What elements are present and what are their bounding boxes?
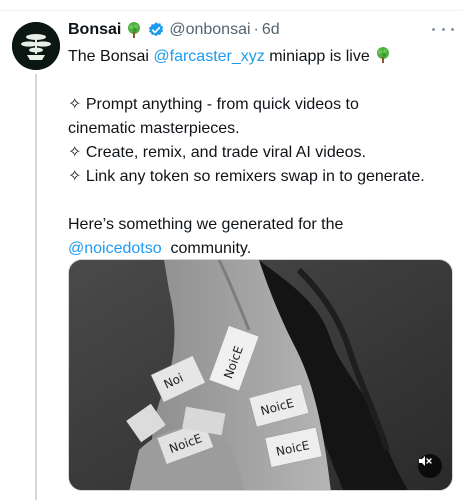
timestamp[interactable]: 6d <box>262 21 280 39</box>
more-options-icon[interactable] <box>432 22 454 36</box>
mention-farcaster[interactable]: @farcaster_xyz <box>153 48 264 65</box>
video-media[interactable]: Noi NoicE NoicE NoicE NoicE <box>68 259 453 491</box>
volume-mute-icon[interactable] <box>418 454 442 478</box>
author-name[interactable]: Bonsai <box>68 21 121 39</box>
para2-line-b: @noicedotso community. <box>68 237 458 261</box>
bonsai-logo-icon <box>12 22 60 70</box>
thread-line <box>35 74 37 500</box>
tweet-line-1: The Bonsai @farcaster_xyz miniapp is liv… <box>68 45 458 69</box>
bullet-2: ✧ Create, remix, and trade viral AI vide… <box>68 144 366 161</box>
avatar[interactable] <box>12 22 60 70</box>
bullet-1-line-b: cinematic masterpieces. <box>68 120 240 137</box>
para2-line-a: Here’s something we generated for the <box>68 216 344 233</box>
separator-dot: · <box>253 21 259 38</box>
mention-noicedotso[interactable]: @noicedotso <box>68 240 162 257</box>
author-handle[interactable]: @onbonsai <box>169 21 250 39</box>
tweet-header: Bonsai @onbonsai · 6d <box>68 18 280 42</box>
verified-badge-icon[interactable] <box>147 21 165 39</box>
tree-emoji-icon <box>377 47 390 63</box>
video-frame: Noi NoicE NoicE NoicE NoicE <box>69 260 452 490</box>
bullet-3: ✧ Link any token so remixers swap in to … <box>68 168 425 185</box>
tree-emoji-icon <box>125 21 143 39</box>
para2-after: community. <box>161 240 252 257</box>
tweet-text: The Bonsai @farcaster_xyz miniapp is liv… <box>68 45 458 261</box>
line1-text-after: miniapp is live <box>264 48 375 65</box>
bullet-1-line-a: ✧ Prompt anything - from quick videos to <box>68 96 359 113</box>
line1-text: The Bonsai <box>68 48 154 65</box>
top-divider <box>0 10 462 11</box>
